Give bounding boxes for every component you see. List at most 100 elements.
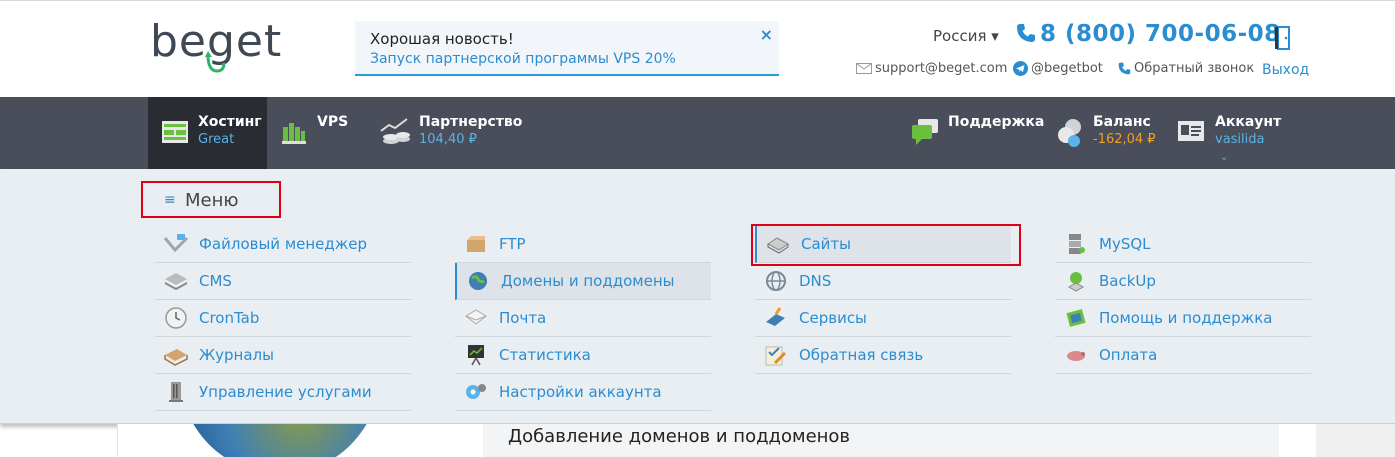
menu-item-backup[interactable]: BackUp — [1055, 263, 1311, 300]
hamburger-icon: ≡ — [164, 192, 176, 208]
menu-item-label: Обратная связь — [799, 346, 924, 364]
menu-item-logs[interactable]: Журналы — [155, 337, 411, 374]
nav-partnership[interactable]: Партнерство 104,40 ₽ — [375, 97, 525, 169]
news-title: Хорошая новость! — [370, 30, 514, 48]
sites-highlight-frame — [751, 224, 1021, 266]
cms-icon — [164, 273, 188, 291]
menu-item-services[interactable]: Сервисы — [755, 300, 1011, 337]
menu-toggle[interactable]: ≡ Меню — [141, 181, 281, 218]
clock-icon — [165, 307, 187, 329]
email-text: support@beget.com — [875, 61, 1008, 76]
backup-icon — [1067, 272, 1085, 292]
nav-account[interactable]: Аккаунт vasilida ⌄ — [1172, 97, 1292, 169]
menu-item-file-manager[interactable]: Файловый менеджер — [155, 226, 411, 263]
beget-logo[interactable]: beget — [150, 11, 305, 81]
menu-panel: ≡ Меню Файловый менеджер CMS CronTab Жур… — [0, 169, 1395, 424]
mail-icon — [465, 309, 487, 325]
nav-account-username: vasilida — [1215, 132, 1265, 147]
news-close-icon[interactable]: × — [760, 25, 773, 44]
nav-hosting-title: Хостинг — [198, 114, 262, 130]
main-nav: Хостинг Great VPS Партнерство 104,40 ₽ П… — [0, 97, 1395, 169]
nav-hosting-plan: Great — [198, 132, 235, 147]
news-banner: Хорошая новость! Запуск партнерской прог… — [355, 21, 779, 76]
logout-link[interactable]: Выход — [1262, 62, 1309, 78]
nav-account-title: Аккаунт — [1215, 114, 1282, 130]
right-sidebar — [1316, 424, 1395, 457]
menu-item-dns[interactable]: DNS — [755, 263, 1011, 300]
phone-number[interactable]: 8 (800) 700-06-08 — [1016, 21, 1281, 47]
callback-phone-icon — [1118, 62, 1131, 75]
menu-item-label: CronTab — [199, 309, 260, 327]
nav-balance[interactable]: Баланс -162,04 ₽ — [1050, 97, 1160, 169]
news-link[interactable]: Запуск партнерской программы VPS 20% — [370, 51, 676, 67]
services-icon — [766, 307, 785, 326]
menu-item-label: Журналы — [199, 346, 274, 364]
file-manager-icon — [163, 234, 189, 253]
menu-item-feedback[interactable]: Обратная связь — [755, 337, 1011, 374]
door-exit-icon[interactable] — [1275, 25, 1293, 51]
section-title: Добавление доменов и поддоменов — [508, 426, 851, 447]
mysql-icon — [1069, 234, 1085, 254]
header: beget Хорошая новость! Запуск партнерско… — [0, 0, 1395, 97]
account-card-icon — [1178, 121, 1204, 141]
dns-icon — [766, 271, 786, 291]
nav-vps-title: VPS — [317, 114, 349, 130]
menu-item-label: Почта — [499, 309, 547, 327]
menu-title: Меню — [185, 190, 239, 211]
payment-icon — [1067, 351, 1085, 361]
menu-item-cms[interactable]: CMS — [155, 263, 411, 300]
domains-icon — [469, 272, 487, 290]
help-icon — [1066, 309, 1086, 327]
menu-item-label: Файловый менеджер — [199, 235, 368, 253]
support-chat-icon — [912, 119, 938, 145]
ftp-icon — [467, 236, 485, 252]
menu-column-1: Файловый менеджер CMS CronTab Журналы Уп… — [155, 226, 411, 411]
vps-icon — [282, 123, 306, 144]
menu-item-statistics[interactable]: Статистика — [455, 337, 711, 374]
telegram-text: @begetbot — [1031, 61, 1103, 76]
menu-item-label: FTP — [499, 235, 526, 253]
services-management-icon — [169, 382, 183, 402]
menu-item-label: CMS — [199, 272, 232, 290]
menu-item-label: Настройки аккаунта — [499, 383, 662, 401]
telegram-link[interactable]: @begetbot — [1013, 61, 1103, 76]
menu-item-label: BackUp — [1099, 272, 1156, 290]
menu-item-domains[interactable]: Домены и поддомены — [455, 263, 711, 300]
support-email[interactable]: support@beget.com — [856, 61, 1007, 76]
callback-text: Обратный звонок — [1134, 61, 1255, 76]
menu-item-payment[interactable]: Оплата — [1055, 337, 1311, 374]
menu-item-services-management[interactable]: Управление услугами — [155, 374, 411, 411]
callback-link[interactable]: Обратный звонок — [1118, 61, 1254, 76]
logs-icon — [164, 349, 188, 366]
menu-item-label: Сервисы — [799, 309, 867, 327]
telegram-icon — [1013, 61, 1028, 76]
menu-item-account-settings[interactable]: Настройки аккаунта — [455, 374, 711, 411]
menu-item-label: DNS — [799, 272, 832, 290]
nav-support[interactable]: Поддержка — [905, 97, 1044, 169]
partnership-coins-icon — [380, 118, 410, 144]
content-card: Добавление доменов и поддоменов — [483, 424, 1279, 457]
menu-item-mysql[interactable]: MySQL — [1055, 226, 1311, 263]
menu-column-2: FTP Домены и поддомены Почта Статистика … — [455, 226, 711, 411]
menu-item-mail[interactable]: Почта — [455, 300, 711, 337]
nav-balance-title: Баланс — [1093, 114, 1151, 130]
menu-item-help[interactable]: Помощь и поддержка — [1055, 300, 1311, 337]
balance-coins-icon — [1058, 119, 1081, 147]
menu-item-label: Домены и поддомены — [501, 272, 675, 290]
phone-icon — [1017, 24, 1035, 42]
menu-item-label: Помощь и поддержка — [1099, 309, 1273, 327]
phone-text: 8 (800) 700-06-08 — [1040, 21, 1281, 47]
account-settings-icon — [466, 384, 486, 399]
menu-item-crontab[interactable]: CronTab — [155, 300, 411, 337]
statistics-icon — [468, 345, 484, 366]
menu-item-ftp[interactable]: FTP — [455, 226, 711, 263]
nav-support-title: Поддержка — [948, 114, 1045, 130]
menu-item-label: Управление услугами — [199, 383, 372, 401]
nav-vps[interactable]: VPS — [275, 97, 355, 169]
feedback-icon — [765, 346, 787, 366]
region-selector[interactable]: Россия ▾ — [933, 27, 999, 45]
globe-image — [180, 424, 380, 457]
menu-item-label: MySQL — [1099, 235, 1151, 253]
nav-hosting[interactable]: Хостинг Great — [148, 97, 267, 169]
account-chevron-down-icon[interactable]: ⌄ — [1220, 152, 1228, 163]
